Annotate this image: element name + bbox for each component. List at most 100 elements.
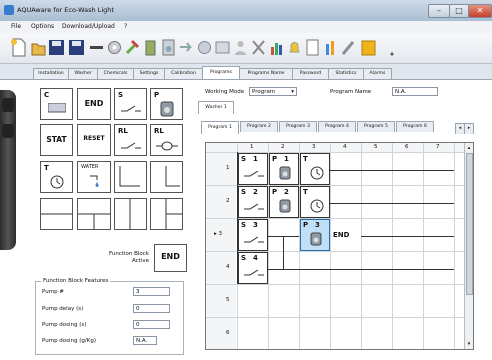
close-button[interactable]: ✕ <box>468 4 492 18</box>
tab-program-4[interactable]: Program 4 <box>318 121 356 132</box>
grid-row-line <box>206 284 473 285</box>
tab-washer[interactable]: Washer <box>68 68 98 79</box>
palette-wire-horizontal[interactable] <box>40 198 73 230</box>
rung-wire <box>268 269 454 270</box>
timer-icon <box>50 175 64 189</box>
switch-icon <box>243 203 265 213</box>
tab-program-2[interactable]: Program 2 <box>240 121 278 132</box>
palette-wire-corner-join[interactable] <box>150 161 183 193</box>
program-name-field[interactable]: N.A. <box>392 87 438 96</box>
ladder-block-s[interactable]: S3 <box>238 219 268 251</box>
minimize-button[interactable]: – <box>428 4 450 18</box>
pencil-icon[interactable] <box>340 38 357 57</box>
pump-dosing-gkg-field[interactable]: N.A. <box>133 336 157 345</box>
ladder-grid[interactable]: 1234567 1 2 ▸ 3456 S 1 P 1 T S 2 P 2 T S 3 P 3 END S 4 ▴ ▾ <box>205 142 474 350</box>
palette-timer[interactable]: T <box>40 161 73 193</box>
menu-help[interactable]: ? <box>124 23 127 30</box>
palette-wire-tee[interactable] <box>77 198 111 230</box>
tab-programs-name[interactable]: Programs Name <box>239 68 293 79</box>
new-file-icon[interactable] <box>10 38 27 57</box>
tab-washer-1[interactable]: Washer 1 <box>198 101 234 114</box>
scroll-thumb[interactable] <box>466 153 473 295</box>
block-type: P <box>272 155 278 163</box>
save-icon[interactable] <box>48 38 65 57</box>
ladder-block-s[interactable]: S1 <box>238 153 268 185</box>
palette-end[interactable]: END <box>77 88 111 120</box>
maximize-button[interactable]: □ <box>449 4 469 18</box>
ladder-block-end[interactable]: END <box>333 231 349 239</box>
column-header: 5 <box>374 144 378 150</box>
ladder-block-p[interactable]: P2 <box>269 186 299 218</box>
scroll-up-icon[interactable]: ▴ <box>466 145 472 151</box>
tab-program-1[interactable]: Program 1 <box>201 121 239 134</box>
palette-label: END <box>84 99 104 108</box>
switch-icon <box>243 269 265 279</box>
globe-icon[interactable] <box>196 38 213 57</box>
washer-icon[interactable] <box>160 38 177 57</box>
tab-statistics[interactable]: Statistics <box>328 68 364 79</box>
tools-icon[interactable] <box>124 38 141 57</box>
ladder-block-p[interactable]: P3 <box>300 219 330 251</box>
user-icon[interactable] <box>232 38 249 57</box>
row-header: 6 <box>226 330 230 336</box>
calibration-icon[interactable] <box>214 38 231 57</box>
tab-program-6[interactable]: Program 6 <box>396 121 434 132</box>
palette-relay-contact[interactable]: RL <box>114 124 147 156</box>
palette-relay-coil[interactable]: RL <box>150 124 183 156</box>
grid-scrollbar[interactable]: ▴ ▾ <box>464 143 473 349</box>
overflow-icon[interactable] <box>384 38 401 57</box>
pump-number-field[interactable]: 3 <box>133 287 170 296</box>
ladder-block-t[interactable]: T <box>300 153 330 185</box>
tab-program-3[interactable]: Program 3 <box>279 121 317 132</box>
tab-calibration[interactable]: Calibration <box>164 68 203 79</box>
ladder-block-p[interactable]: P1 <box>269 153 299 185</box>
menu-download-upload[interactable]: Download/Upload <box>62 23 115 30</box>
document-icon[interactable] <box>304 38 321 57</box>
save-as-icon[interactable] <box>68 38 85 57</box>
palette-pump[interactable]: P <box>150 88 183 120</box>
palette-wire-corner-up[interactable] <box>114 161 147 193</box>
ladder-block-s[interactable]: S2 <box>238 186 268 218</box>
wire-tee-icon <box>78 213 110 229</box>
open-icon[interactable] <box>30 38 47 57</box>
ladder-block-t[interactable]: T <box>300 186 330 218</box>
alarm-icon[interactable] <box>286 38 303 57</box>
palette-wire-vertical[interactable] <box>114 198 147 230</box>
palette-reset[interactable]: RESET <box>77 124 111 156</box>
tab-chemicals[interactable]: Chemicals <box>97 68 134 79</box>
wire-corner-icon <box>119 166 140 187</box>
chemicals-icon[interactable] <box>142 38 159 57</box>
minus-icon[interactable] <box>88 38 105 57</box>
tabs-scroll-right[interactable]: ▸ <box>464 123 474 134</box>
palette-stat[interactable]: STAT <box>40 124 73 156</box>
palette-water[interactable]: WATER <box>77 161 111 193</box>
pump-number-label: Pump # <box>42 289 64 295</box>
ladder-block-s[interactable]: S4 <box>238 252 268 284</box>
palette-wire-tee-left[interactable] <box>150 198 183 230</box>
folder-icon[interactable] <box>360 38 377 57</box>
working-mode-select[interactable]: Program ▾ <box>249 87 297 96</box>
menu-options[interactable]: Options <box>31 23 54 30</box>
pump-delay-label: Pump delay (s) <box>42 306 84 312</box>
tab-program-5[interactable]: Program 5 <box>357 121 395 132</box>
column-header: 6 <box>405 144 409 150</box>
tab-programs[interactable]: Programs <box>202 66 240 79</box>
water-icon <box>90 175 99 187</box>
palette-counter[interactable]: C <box>40 88 73 120</box>
tab-settings[interactable]: Settings <box>133 68 165 79</box>
statistics-icon[interactable] <box>268 38 285 57</box>
tab-password[interactable]: Password <box>292 68 329 79</box>
tab-alarms[interactable]: Alarms <box>363 68 392 79</box>
program-name-label: Program Name <box>330 89 372 95</box>
pump-dosing-s-field[interactable]: 0 <box>133 320 170 329</box>
tab-installation[interactable]: Installation <box>33 68 69 79</box>
arrow-icon[interactable] <box>178 38 195 57</box>
settings-icon[interactable] <box>106 38 123 57</box>
pump-delay-field[interactable]: 0 <box>133 304 170 313</box>
chart-icon[interactable] <box>322 38 339 57</box>
scroll-down-icon[interactable]: ▾ <box>466 341 472 347</box>
counter-icon <box>48 103 66 113</box>
palette-switch[interactable]: S <box>114 88 147 120</box>
cut-icon[interactable] <box>250 38 267 57</box>
menu-file[interactable]: File <box>11 23 21 30</box>
